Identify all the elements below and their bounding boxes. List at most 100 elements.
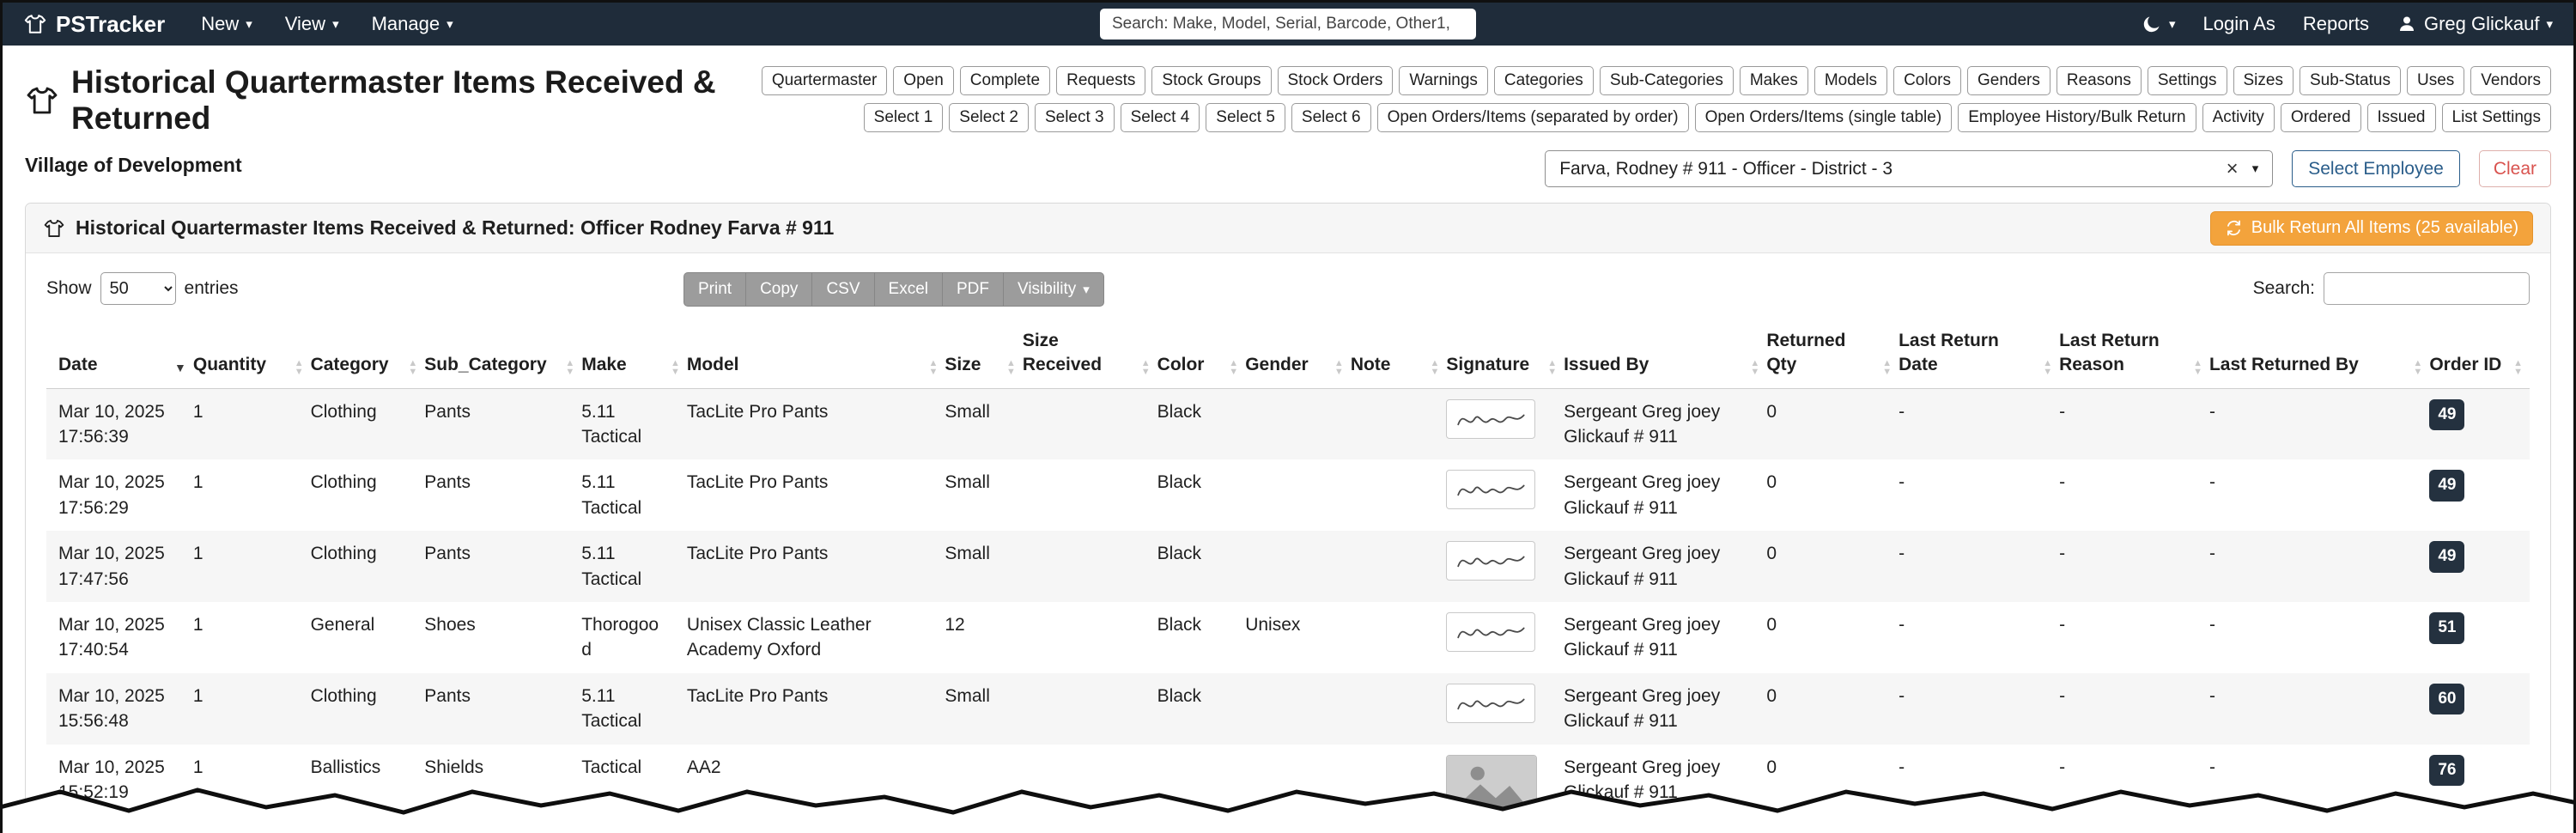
nav-button-issued[interactable]: Issued [2366, 103, 2436, 132]
table-button-label: CSV [826, 280, 860, 298]
cell-size-received [1023, 673, 1157, 745]
cell-model: TacLite Pro Pants [686, 472, 829, 493]
nav-button-select-3[interactable]: Select 3 [1034, 103, 1115, 132]
menu-view-label: View [284, 13, 326, 34]
order-id-badge[interactable]: 60 [2429, 683, 2465, 715]
cell-note [1351, 459, 1447, 531]
cell-size-received [1023, 531, 1157, 602]
column-header-quantity[interactable]: Quantity ▲ ▼ [192, 322, 311, 389]
nav-button-select-6[interactable]: Select 6 [1291, 103, 1371, 132]
order-id-badge[interactable]: 49 [2429, 398, 2465, 431]
login-as-link[interactable]: Login As [2203, 13, 2275, 35]
signature-thumbnail[interactable] [1446, 398, 1536, 439]
employee-select[interactable]: Farva, Rodney # 911 - Officer - District… [1545, 150, 2274, 187]
signature-thumbnail[interactable] [1446, 541, 1536, 581]
page-length-select[interactable]: 50 [100, 272, 176, 305]
order-id-badge[interactable]: 49 [2429, 470, 2465, 502]
signature-thumbnail[interactable] [1446, 612, 1536, 653]
nav-button-vendors[interactable]: Vendors [2470, 66, 2551, 95]
nav-button-sizes[interactable]: Sizes [2233, 66, 2293, 95]
nav-button-stock-orders[interactable]: Stock Orders [1277, 66, 1394, 95]
nav-button-select-4[interactable]: Select 4 [1120, 103, 1200, 132]
top-navbar: PSTracker New ▾ View ▾ Manage ▾ ▾ Login … [3, 3, 2573, 46]
nav-button-categories[interactable]: Categories [1493, 66, 1594, 95]
nav-button-open-orders-items-separated-by-order[interactable]: Open Orders/Items (separated by order) [1376, 103, 1689, 132]
nav-button-list-settings[interactable]: List Settings [2441, 103, 2551, 132]
order-id-badge[interactable]: 51 [2429, 612, 2465, 644]
column-header-order-id[interactable]: Order ID ▲ ▼ [2429, 322, 2530, 389]
nav-button-complete[interactable]: Complete [959, 66, 1051, 95]
nav-button-select-2[interactable]: Select 2 [949, 103, 1029, 132]
column-header-issued-by[interactable]: Issued By ▲ ▼ [1564, 322, 1767, 389]
nav-button-employee-history-bulk-return[interactable]: Employee History/Bulk Return [1958, 103, 2196, 132]
nav-button-requests[interactable]: Requests [1056, 66, 1146, 95]
table-button-copy[interactable]: Copy [745, 272, 813, 307]
column-header-note[interactable]: Note ▲ ▼ [1350, 322, 1447, 389]
table-row: Mar 10, 2025 17:56:39 1 Clothing Pants 5.11 T… [46, 388, 2530, 460]
clear-selection-icon[interactable]: × [2227, 157, 2239, 181]
column-header-last-return-date[interactable]: Last Return Date ▲ ▼ [1899, 322, 2060, 389]
table-button-visibility[interactable]: Visibility ▾ [1002, 272, 1104, 307]
menu-manage[interactable]: Manage ▾ [372, 13, 453, 35]
nav-button-sub-categories[interactable]: Sub-Categories [1599, 66, 1734, 95]
clear-button[interactable]: Clear [2478, 150, 2551, 187]
nav-button-genders[interactable]: Genders [1966, 66, 2050, 95]
column-header-gender[interactable]: Gender ▲ ▼ [1245, 322, 1351, 389]
select-employee-button[interactable]: Select Employee [2292, 150, 2460, 187]
signature-thumbnail[interactable] [1446, 470, 1536, 510]
order-id-badge[interactable]: 49 [2429, 541, 2465, 573]
column-label: Gender [1245, 355, 1309, 375]
cell-returned-qty: 0 [1766, 544, 1777, 564]
nav-button-activity[interactable]: Activity [2202, 103, 2275, 132]
nav-button-settings[interactable]: Settings [2147, 66, 2227, 95]
date-line1: Mar 10, 2025 [58, 615, 165, 635]
table-button-print[interactable]: Print [683, 272, 747, 307]
table-search-input[interactable] [2324, 272, 2530, 305]
nav-button-select-5[interactable]: Select 5 [1206, 103, 1285, 132]
theme-toggle[interactable]: ▾ [2142, 14, 2176, 34]
nav-button-quartermaster[interactable]: Quartermaster [761, 66, 888, 95]
reports-link[interactable]: Reports [2303, 13, 2369, 35]
nav-button-models[interactable]: Models [1814, 66, 1888, 95]
table-button-pdf[interactable]: PDF [941, 272, 1004, 307]
menu-new[interactable]: New ▾ [201, 13, 252, 35]
column-header-date[interactable]: Date ▼ [46, 322, 193, 389]
nav-button-uses[interactable]: Uses [2406, 66, 2465, 95]
nav-button-select-1[interactable]: Select 1 [863, 103, 944, 132]
cell-last-return-date: - [1899, 472, 1905, 493]
table-button-csv[interactable]: CSV [811, 272, 875, 307]
column-header-last-returned-by[interactable]: Last Returned By ▲ ▼ [2208, 322, 2430, 389]
table-button-excel[interactable]: Excel [873, 272, 943, 307]
nav-button-colors[interactable]: Colors [1893, 66, 1961, 95]
order-id-badge[interactable]: 76 [2429, 754, 2465, 787]
nav-button-makes[interactable]: Makes [1739, 66, 1808, 95]
cell-last-returned-by: - [2208, 472, 2215, 493]
column-header-last-return-reason[interactable]: Last Return Reason ▲ ▼ [2059, 322, 2209, 389]
nav-button-warnings[interactable]: Warnings [1399, 66, 1488, 95]
menu-view[interactable]: View ▾ [285, 13, 339, 35]
column-header-category[interactable]: Category ▲ ▼ [310, 322, 425, 389]
nav-button-ordered[interactable]: Ordered [2280, 103, 2361, 132]
column-header-color[interactable]: Color ▲ ▼ [1157, 322, 1246, 389]
menu-manage-label: Manage [371, 13, 440, 34]
cell-issued-by: Sergeant Greg joey Glickauf # 911 [1564, 685, 1721, 732]
nav-button-reasons[interactable]: Reasons [2056, 66, 2142, 95]
column-header-signature[interactable]: Signature ▲ ▼ [1446, 322, 1564, 389]
nav-button-open-orders-items-single-table[interactable]: Open Orders/Items (single table) [1694, 103, 1953, 132]
nav-button-stock-groups[interactable]: Stock Groups [1151, 66, 1272, 95]
nav-button-open[interactable]: Open [893, 66, 954, 95]
user-menu[interactable]: Greg Glickauf ▾ [2397, 13, 2553, 35]
shirt-icon [43, 217, 65, 240]
column-header-model[interactable]: Model ▲ ▼ [686, 322, 945, 389]
column-header-make[interactable]: Make ▲ ▼ [581, 322, 687, 389]
global-search-input[interactable] [1100, 9, 1476, 40]
item-photo-thumbnail[interactable] [1446, 754, 1538, 817]
column-header-sub-category[interactable]: Sub_Category ▲ ▼ [424, 322, 582, 389]
column-header-returned-qty[interactable]: Returned Qty ▲ ▼ [1766, 322, 1899, 389]
column-header-size[interactable]: Size ▲ ▼ [945, 322, 1023, 389]
brand-logo[interactable]: PSTracker [23, 11, 165, 38]
column-header-size-received[interactable]: Size Received ▲ ▼ [1022, 322, 1157, 389]
nav-button-sub-status[interactable]: Sub-Status [2299, 66, 2401, 95]
bulk-return-button[interactable]: Bulk Return All Items (25 available) [2209, 210, 2533, 246]
signature-thumbnail[interactable] [1446, 683, 1536, 723]
